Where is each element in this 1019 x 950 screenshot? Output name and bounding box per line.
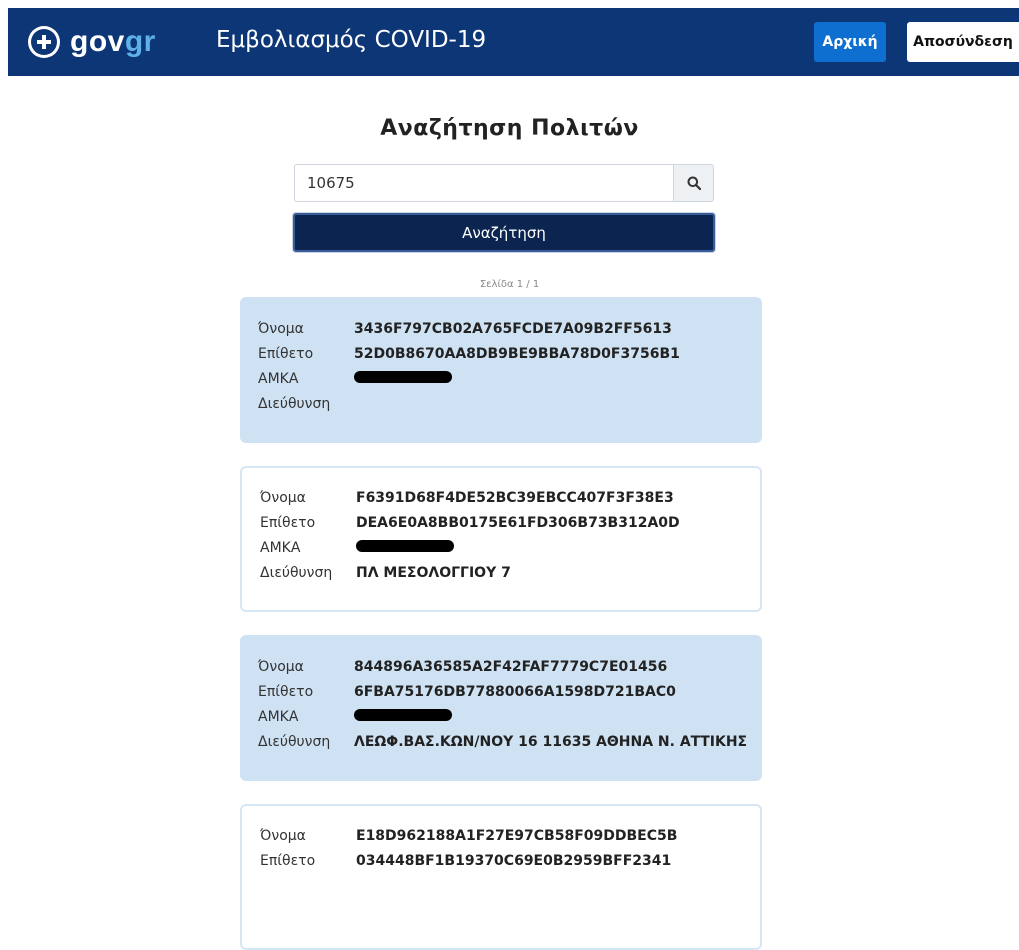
address-row: Διεύθυνση xyxy=(258,392,354,414)
surname-row: Επίθετο 52D0B8670AA8DB9BE9BBA78D0F3756B1 xyxy=(258,342,680,364)
address-label: Διεύθυνση xyxy=(258,734,331,750)
amka-label: ΑΜΚΑ xyxy=(258,709,299,725)
amka-row: ΑΜΚΑ xyxy=(258,367,452,389)
surname-value: 6FBA75176DB77880066A1598D721BAC0 xyxy=(354,684,676,700)
home-button[interactable]: Αρχική xyxy=(814,22,886,62)
surname-label: Επίθετο xyxy=(258,346,314,362)
govgr-logo[interactable]: govgr xyxy=(28,24,156,60)
surname-value: 52D0B8670AA8DB9BE9BBA78D0F3756B1 xyxy=(354,346,680,362)
result-card[interactable]: Όνομα 844896A36585A2F42FAF7779C7E01456 Επ… xyxy=(240,635,762,781)
name-label: Όνομα xyxy=(258,659,304,675)
result-card[interactable]: Όνομα F6391D68F4DE52BC39EBCC407F3F38E3 Επ… xyxy=(240,466,762,612)
name-row: Όνομα 844896A36585A2F42FAF7779C7E01456 xyxy=(258,655,667,677)
amka-label: ΑΜΚΑ xyxy=(258,371,299,387)
address-label: Διεύθυνση xyxy=(258,396,331,412)
address-value: ΛΕΩΦ.ΒΑΣ.ΚΩΝ/ΝΟΥ 16 11635 ΑΘΗΝΑ Ν. ΑΤΤΙΚ… xyxy=(354,734,748,750)
name-value: 844896A36585A2F42FAF7779C7E01456 xyxy=(354,659,668,675)
name-value: 3436F797CB02A765FCDE7A09B2FF5613 xyxy=(354,321,672,337)
name-label: Όνομα xyxy=(260,828,306,844)
name-label: Όνομα xyxy=(258,321,304,337)
name-row: Όνομα E18D962188A1F27E97CB58F09DDBEC5B xyxy=(260,824,677,846)
result-card[interactable]: Όνομα 3436F797CB02A765FCDE7A09B2FF5613 Επ… xyxy=(240,297,762,443)
name-row: Όνομα F6391D68F4DE52BC39EBCC407F3F38E3 xyxy=(260,486,674,508)
search-group xyxy=(294,164,714,202)
search-input[interactable] xyxy=(294,164,673,202)
address-label: Διεύθυνση xyxy=(260,565,333,581)
address-row: Διεύθυνση ΠΛ ΜΕΣΟΛΟΓΓΙΟΥ 7 xyxy=(260,561,511,583)
name-value: E18D962188A1F27E97CB58F09DDBEC5B xyxy=(356,828,678,844)
surname-row: Επίθετο 034448BF1B19370C69E0B2959BFF2341 xyxy=(260,849,671,871)
surname-value: DEA6E0A8BB0175E61FD306B73B312A0D xyxy=(356,515,680,531)
page-info: Σελίδα 1 / 1 xyxy=(479,279,540,290)
name-value: F6391D68F4DE52BC39EBCC407F3F38E3 xyxy=(356,490,674,506)
amka-redaction xyxy=(354,708,452,721)
address-row: Διεύθυνση ΛΕΩΦ.ΒΑΣ.ΚΩΝ/ΝΟΥ 16 11635 ΑΘΗΝΑ… xyxy=(258,730,747,752)
amka-label: ΑΜΚΑ xyxy=(260,540,301,556)
top-navbar: govgr Εμβολιασμός COVID-19 Αρχική Αποσύν… xyxy=(8,8,1019,76)
name-label: Όνομα xyxy=(260,490,306,506)
page-title: Αναζήτηση Πολιτών xyxy=(380,116,639,141)
surname-row: Επίθετο DEA6E0A8BB0175E61FD306B73B312A0D xyxy=(260,511,680,533)
surname-value: 034448BF1B19370C69E0B2959BFF2341 xyxy=(356,853,672,869)
result-card[interactable]: Όνομα E18D962188A1F27E97CB58F09DDBEC5B Επ… xyxy=(240,804,762,950)
amka-row: ΑΜΚΑ xyxy=(258,705,452,727)
surname-label: Επίθετο xyxy=(258,684,314,700)
search-icon-button[interactable] xyxy=(673,164,714,202)
name-row: Όνομα 3436F797CB02A765FCDE7A09B2FF5613 xyxy=(258,317,672,339)
address-value: ΠΛ ΜΕΣΟΛΟΓΓΙΟΥ 7 xyxy=(356,565,511,581)
logout-button[interactable]: Αποσύνδεση xyxy=(907,22,1019,62)
amka-redaction xyxy=(356,539,454,552)
app-title: Εμβολιασμός COVID-19 xyxy=(216,27,487,53)
search-button[interactable]: Αναζήτηση xyxy=(293,213,715,252)
amka-redaction xyxy=(354,370,452,383)
search-icon xyxy=(687,176,701,190)
surname-row: Επίθετο 6FBA75176DB77880066A1598D721BAC0 xyxy=(258,680,676,702)
surname-label: Επίθετο xyxy=(260,515,316,531)
logo-text: govgr xyxy=(70,25,156,58)
greek-emblem-icon xyxy=(28,26,60,58)
amka-row: ΑΜΚΑ xyxy=(260,536,454,558)
